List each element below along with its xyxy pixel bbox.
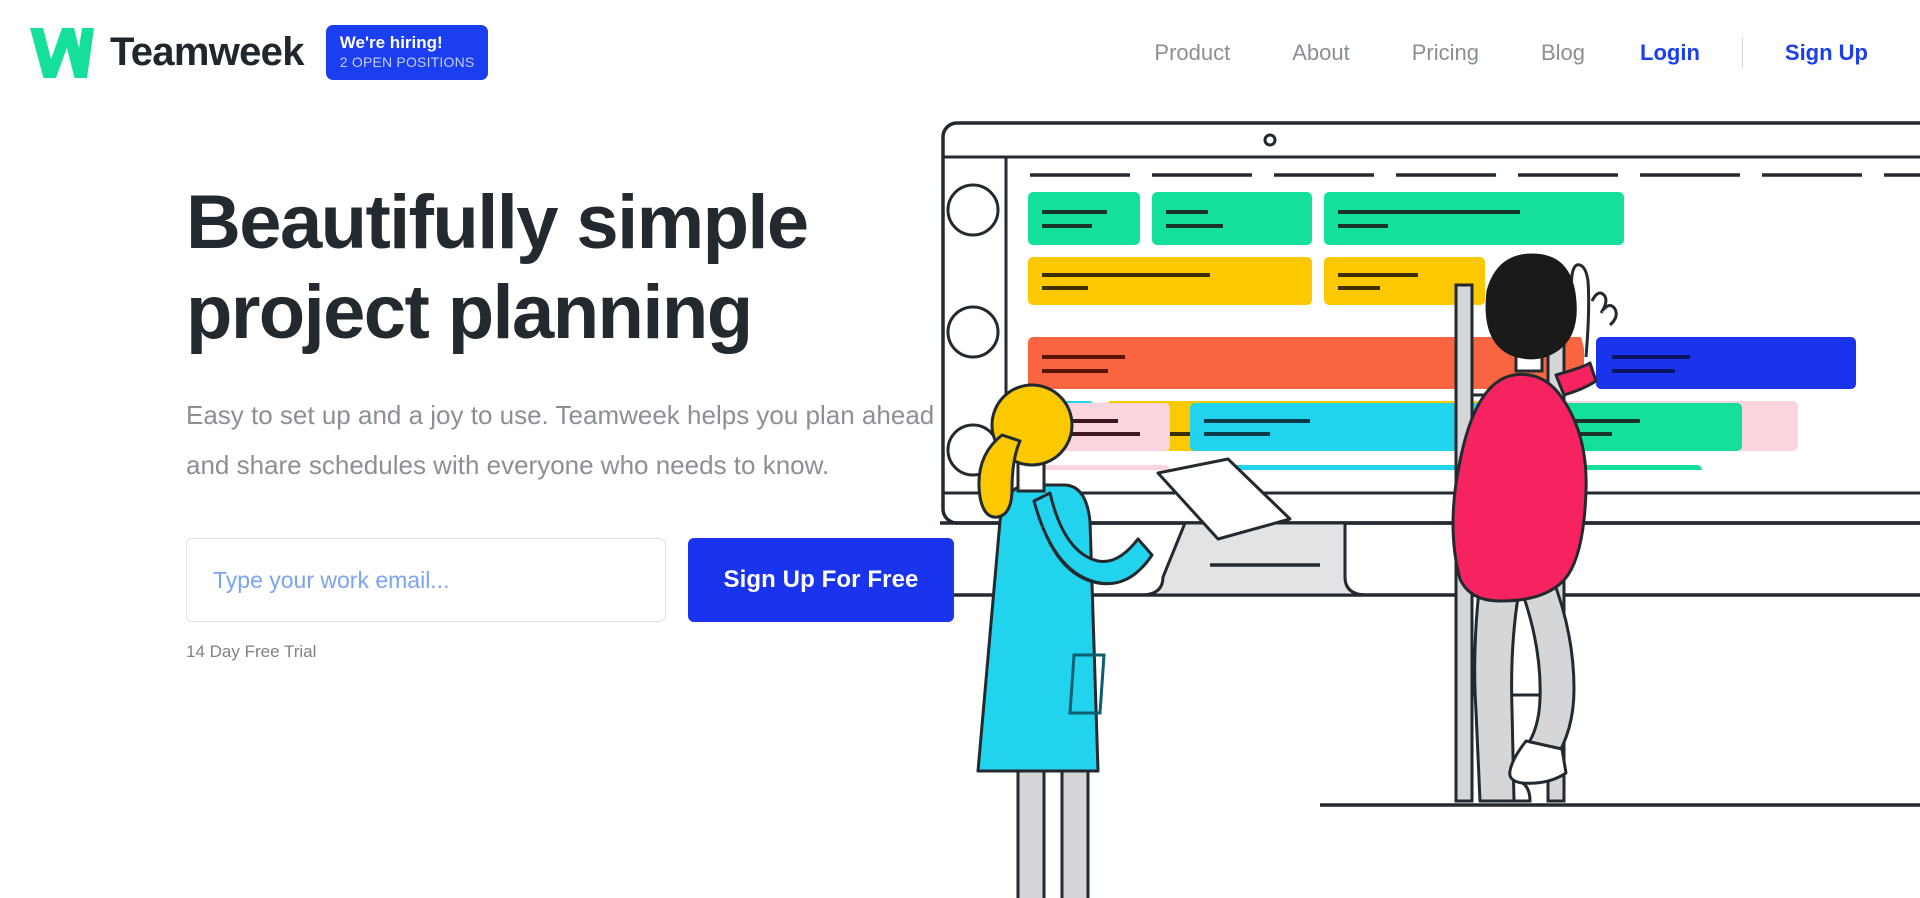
task-bar-row-5-visible [1028,403,1742,451]
nav-link-pricing[interactable]: Pricing [1381,40,1510,66]
page-title: Beautifully simple project planning [186,178,1006,358]
signup-form: Sign Up For Free [186,538,1006,622]
task-bar-row-1 [1028,192,1624,245]
main-navigation: Product About Pricing Blog Login Sign Up [1123,36,1892,69]
landing-page: Teamweek We're hiring! 2 OPEN POSITIONS … [0,0,1920,898]
brand-logo[interactable]: Teamweek [26,25,304,81]
project-planning-monitor-illustration [940,95,1920,898]
login-link[interactable]: Login [1616,40,1724,66]
teamweek-w-logo-icon [26,25,98,81]
signup-for-free-button[interactable]: Sign Up For Free [688,538,954,622]
nav-link-about[interactable]: About [1261,40,1381,66]
email-field[interactable] [186,538,666,622]
headline-line-1: Beautifully simple [186,180,809,265]
hero-content: Beautifully simple project planning Easy… [186,178,1006,662]
headline-line-2: project planning [186,270,753,355]
task-bar-row-3 [1028,337,1856,389]
hiring-badge-title: We're hiring! [339,33,443,53]
brand-name: Teamweek [110,30,304,74]
free-trial-note: 14 Day Free Trial [186,642,317,661]
monitor-stand [1140,521,1368,597]
site-header: Teamweek We're hiring! 2 OPEN POSITIONS … [0,0,1920,105]
signup-link[interactable]: Sign Up [1761,40,1892,66]
nav-divider [1741,36,1743,69]
hiring-badge-subtitle: 2 OPEN POSITIONS [339,53,475,70]
task-bar-row-2 [1028,257,1485,305]
hiring-badge[interactable]: We're hiring! 2 OPEN POSITIONS [325,25,489,80]
nav-link-blog[interactable]: Blog [1510,40,1616,66]
nav-link-product[interactable]: Product [1123,40,1261,66]
hero-subheadline: Easy to set up and a joy to use. Teamwee… [186,400,935,480]
